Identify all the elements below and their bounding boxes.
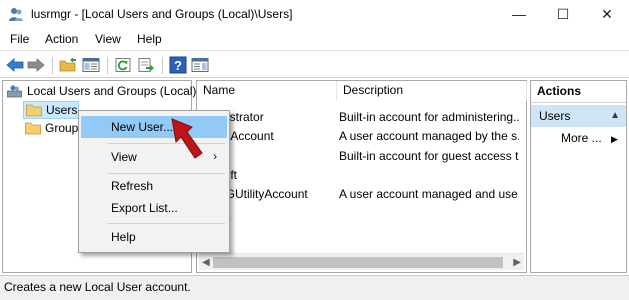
context-item-refresh[interactable]: Refresh <box>81 175 227 197</box>
status-bar: Creates a new Local User account. <box>0 275 629 300</box>
tree-root[interactable]: Local Users and Groups (Local) <box>7 84 196 98</box>
actions-more-label: More ... <box>561 131 602 145</box>
minimize-icon: — <box>512 6 526 22</box>
table-row[interactable]: uest Built-in account for guest access t… <box>197 147 527 166</box>
maximize-button[interactable]: ☐ <box>541 0 585 28</box>
collapse-up-icon[interactable]: ▲ <box>610 105 620 127</box>
window-title: lusrmgr - [Local Users and Groups (Local… <box>31 7 293 21</box>
context-item-label: View <box>111 150 137 164</box>
actions-pane: Actions Users ▲ More ... ▶ <box>530 80 627 273</box>
users-app-icon <box>8 6 24 22</box>
column-header-name[interactable]: Name <box>197 81 337 101</box>
toolbar: ? <box>0 52 629 78</box>
forward-icon <box>27 58 45 72</box>
help-icon: ? <box>169 56 187 74</box>
toolbar-separator <box>52 57 53 74</box>
table-row[interactable]: efaultAccount A user account managed by … <box>197 127 527 146</box>
forward-button[interactable] <box>26 55 46 75</box>
refresh-icon <box>115 58 131 72</box>
export-list-icon <box>138 58 154 72</box>
show-hide-tree-icon <box>82 58 100 72</box>
table-row[interactable]: dministrator Built-in account for admini… <box>197 108 527 127</box>
menu-bar: File Action View Help <box>0 29 629 51</box>
user-description: Built-in account for guest access t... <box>339 149 519 163</box>
user-description: A user account managed and use... <box>339 187 519 201</box>
scrollbar-thumb[interactable] <box>213 257 503 268</box>
scroll-right-icon[interactable]: ▶ <box>513 257 521 268</box>
actions-more-link[interactable]: More ... ▶ <box>561 131 618 145</box>
tree-item-users[interactable]: Users <box>23 101 79 119</box>
folder-icon <box>25 122 41 135</box>
menu-separator <box>107 173 225 174</box>
users-groups-icon <box>7 85 22 98</box>
actions-header: Actions <box>531 81 626 103</box>
tree-item-groups[interactable]: Group <box>25 121 78 135</box>
help-button[interactable]: ? <box>168 55 188 75</box>
tree-item-label: Users <box>46 103 78 117</box>
close-button[interactable]: ✕ <box>585 0 629 28</box>
menu-file[interactable]: File <box>10 32 29 46</box>
table-row[interactable]: VDAGUtilityAccount A user account manage… <box>197 185 527 204</box>
up-folder-icon <box>59 57 76 72</box>
toolbar-separator <box>162 57 163 74</box>
show-hide-tree-button[interactable] <box>81 55 101 75</box>
scroll-left-icon[interactable]: ◀ <box>202 257 210 268</box>
tree-root-label: Local Users and Groups (Local) <box>27 84 197 98</box>
submenu-arrow-icon: › <box>213 151 217 163</box>
export-list-button[interactable] <box>136 55 156 75</box>
list-pane: Name Description dministrator Built-in a… <box>196 80 527 273</box>
menu-view[interactable]: View <box>95 32 121 46</box>
close-icon: ✕ <box>601 5 613 22</box>
tree-item-label: Group <box>45 121 79 135</box>
annotation-arrow-icon <box>171 118 203 159</box>
context-item-export-list[interactable]: Export List... <box>81 197 227 219</box>
up-folder-button[interactable] <box>58 55 78 75</box>
column-header-description[interactable]: Description <box>337 81 527 101</box>
toolbar-separator <box>107 57 108 74</box>
user-description: Built-in account for administering... <box>339 110 519 124</box>
user-description: A user account managed by the s... <box>339 129 519 143</box>
back-button[interactable] <box>5 55 25 75</box>
title-bar: lusrmgr - [Local Users and Groups (Local… <box>0 0 629 28</box>
menu-separator <box>107 223 225 224</box>
refresh-button[interactable] <box>113 55 133 75</box>
menu-action[interactable]: Action <box>45 32 78 46</box>
horizontal-scrollbar[interactable]: ◀ ▶ <box>199 253 524 270</box>
show-hide-action-pane-button[interactable] <box>190 55 210 75</box>
folder-icon <box>26 104 42 117</box>
context-item-help[interactable]: Help <box>81 226 227 248</box>
table-row[interactable]: umsoft <box>197 166 527 185</box>
submenu-arrow-icon: ▶ <box>611 134 618 144</box>
show-hide-action-pane-icon <box>191 58 209 72</box>
actions-section-label: Users <box>539 109 571 123</box>
maximize-icon: ☐ <box>556 5 570 22</box>
actions-section-users[interactable]: Users ▲ <box>531 105 626 127</box>
back-icon <box>6 58 24 72</box>
svg-text:?: ? <box>174 58 182 73</box>
menu-help[interactable]: Help <box>137 32 162 46</box>
minimize-button[interactable]: — <box>497 0 541 28</box>
